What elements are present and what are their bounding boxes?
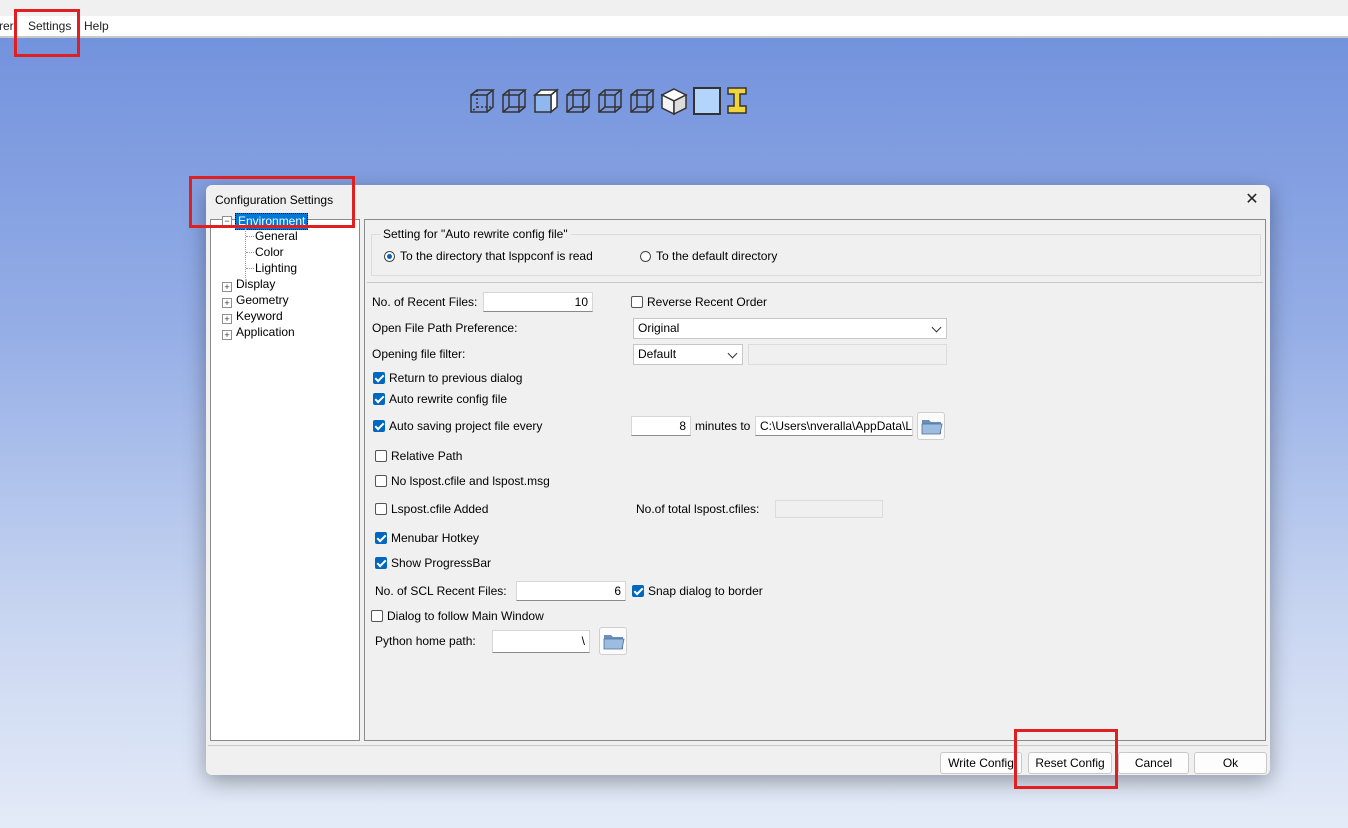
open-path-select[interactable]: Original xyxy=(633,318,947,339)
folder-icon xyxy=(603,635,625,650)
return-prev-checkbox[interactable] xyxy=(373,372,385,384)
tree-connector xyxy=(246,252,254,253)
tree-connector xyxy=(246,268,254,269)
tree-item-display[interactable]: Display xyxy=(236,277,275,291)
reverse-recent-label[interactable]: Reverse Recent Order xyxy=(647,295,767,309)
folder-icon xyxy=(921,420,943,435)
recent-files-input[interactable]: 10 xyxy=(483,292,593,312)
python-home-label: Python home path: xyxy=(375,634,476,648)
view-left-icon[interactable] xyxy=(628,86,656,116)
lspost-added-checkbox[interactable] xyxy=(375,503,387,515)
open-path-value: Original xyxy=(638,321,680,335)
auto-rewrite-group: Setting for "Auto rewrite config file" T… xyxy=(371,227,1261,276)
view-right-icon[interactable] xyxy=(564,86,592,116)
view-shaded-icon[interactable] xyxy=(660,86,688,116)
expand-icon[interactable]: + xyxy=(222,314,232,324)
python-home-input[interactable]: \ xyxy=(492,630,590,653)
radio-read-dir[interactable] xyxy=(384,251,395,262)
scl-recent-input[interactable]: 6 xyxy=(516,581,626,601)
no-lspost-label[interactable]: No lspost.cfile and lspost.msg xyxy=(391,474,550,488)
menu-help[interactable]: Help xyxy=(84,19,109,33)
auto-saving-path-input[interactable]: C:\Users\nveralla\AppData\L xyxy=(755,416,913,436)
radio-read-dir-label[interactable]: To the directory that lsppconf is read xyxy=(400,249,593,263)
auto-saving-checkbox[interactable] xyxy=(373,420,385,432)
tree-item-geometry[interactable]: Geometry xyxy=(236,293,289,307)
expand-icon[interactable]: + xyxy=(222,298,232,308)
expand-icon[interactable]: + xyxy=(222,282,232,292)
show-progressbar-checkbox[interactable] xyxy=(375,557,387,569)
view-wireframe-icon[interactable] xyxy=(468,86,496,116)
auto-saving-label[interactable]: Auto saving project file every xyxy=(389,419,542,433)
show-progressbar-label[interactable]: Show ProgressBar xyxy=(391,556,491,570)
total-cfiles-label: No.of total lspost.cfiles: xyxy=(636,502,760,516)
relative-path-label[interactable]: Relative Path xyxy=(391,449,462,463)
cancel-button[interactable]: Cancel xyxy=(1118,752,1189,774)
opening-filter-value: Default xyxy=(638,347,677,361)
reverse-recent-checkbox[interactable] xyxy=(631,296,643,308)
opening-filter-extra xyxy=(748,344,947,365)
scl-recent-label: No. of SCL Recent Files: xyxy=(375,584,507,598)
total-cfiles-field xyxy=(775,500,883,518)
snap-dialog-label[interactable]: Snap dialog to border xyxy=(648,584,763,598)
tree-item-application[interactable]: Application xyxy=(236,325,295,339)
no-lspost-checkbox[interactable] xyxy=(375,475,387,487)
radio-default-dir[interactable] xyxy=(640,251,651,262)
menu-partial-item[interactable]: rer xyxy=(0,19,14,33)
highlight-settings-menu xyxy=(14,9,80,57)
highlight-reset-config xyxy=(1014,729,1118,789)
python-browse-button[interactable] xyxy=(599,627,627,655)
opening-filter-label: Opening file filter: xyxy=(372,347,466,361)
tree-item-color[interactable]: Color xyxy=(255,245,284,259)
menubar: rer Settings Help xyxy=(0,16,1348,38)
recent-files-label: No. of Recent Files: xyxy=(372,295,478,309)
title-strip xyxy=(0,0,1348,16)
minutes-to-label: minutes to xyxy=(695,419,751,433)
configuration-dialog: Configuration Settings ✕ − Environment G… xyxy=(206,185,1270,775)
tree-item-lighting[interactable]: Lighting xyxy=(255,261,297,275)
view-solid-icon[interactable] xyxy=(692,86,722,116)
ok-button[interactable]: Ok xyxy=(1194,752,1267,774)
relative-path-checkbox[interactable] xyxy=(375,450,387,462)
view-front-icon[interactable] xyxy=(532,86,560,116)
tree-item-keyword[interactable]: Keyword xyxy=(236,309,283,323)
view-iso-icon[interactable] xyxy=(500,86,528,116)
expand-icon[interactable]: + xyxy=(222,330,232,340)
write-config-button[interactable]: Write Config xyxy=(940,752,1022,774)
menubar-hotkey-checkbox[interactable] xyxy=(375,532,387,544)
chevron-down-icon xyxy=(727,348,738,359)
lspost-added-label[interactable]: Lspost.cfile Added xyxy=(391,502,488,516)
chevron-down-icon xyxy=(931,322,942,333)
open-path-label: Open File Path Preference: xyxy=(372,321,518,335)
group-title: Setting for "Auto rewrite config file" xyxy=(380,227,571,241)
snap-dialog-checkbox[interactable] xyxy=(632,585,644,597)
settings-tree: − Environment General Color Lighting + D… xyxy=(210,213,360,741)
tree-item-general[interactable]: General xyxy=(255,229,298,243)
radio-default-dir-label[interactable]: To the default directory xyxy=(656,249,777,263)
view-back-icon[interactable] xyxy=(596,86,624,116)
auto-saving-minutes-input[interactable]: 8 xyxy=(631,416,691,436)
auto-rewrite-checkbox[interactable] xyxy=(373,393,385,405)
follow-main-label[interactable]: Dialog to follow Main Window xyxy=(387,609,544,623)
auto-rewrite-label[interactable]: Auto rewrite config file xyxy=(389,392,507,406)
browse-folder-button[interactable] xyxy=(917,412,945,440)
highlight-dialog-title xyxy=(189,176,355,228)
close-icon[interactable]: ✕ xyxy=(1240,188,1264,212)
environment-panel: Setting for "Auto rewrite config file" T… xyxy=(364,219,1266,741)
return-prev-label[interactable]: Return to previous dialog xyxy=(389,371,522,385)
tree-connector xyxy=(246,236,254,237)
separator xyxy=(367,282,1263,283)
opening-filter-select[interactable]: Default xyxy=(633,344,743,365)
i-beam-icon[interactable] xyxy=(726,86,748,116)
menubar-hotkey-label[interactable]: Menubar Hotkey xyxy=(391,531,479,545)
follow-main-checkbox[interactable] xyxy=(371,610,383,622)
